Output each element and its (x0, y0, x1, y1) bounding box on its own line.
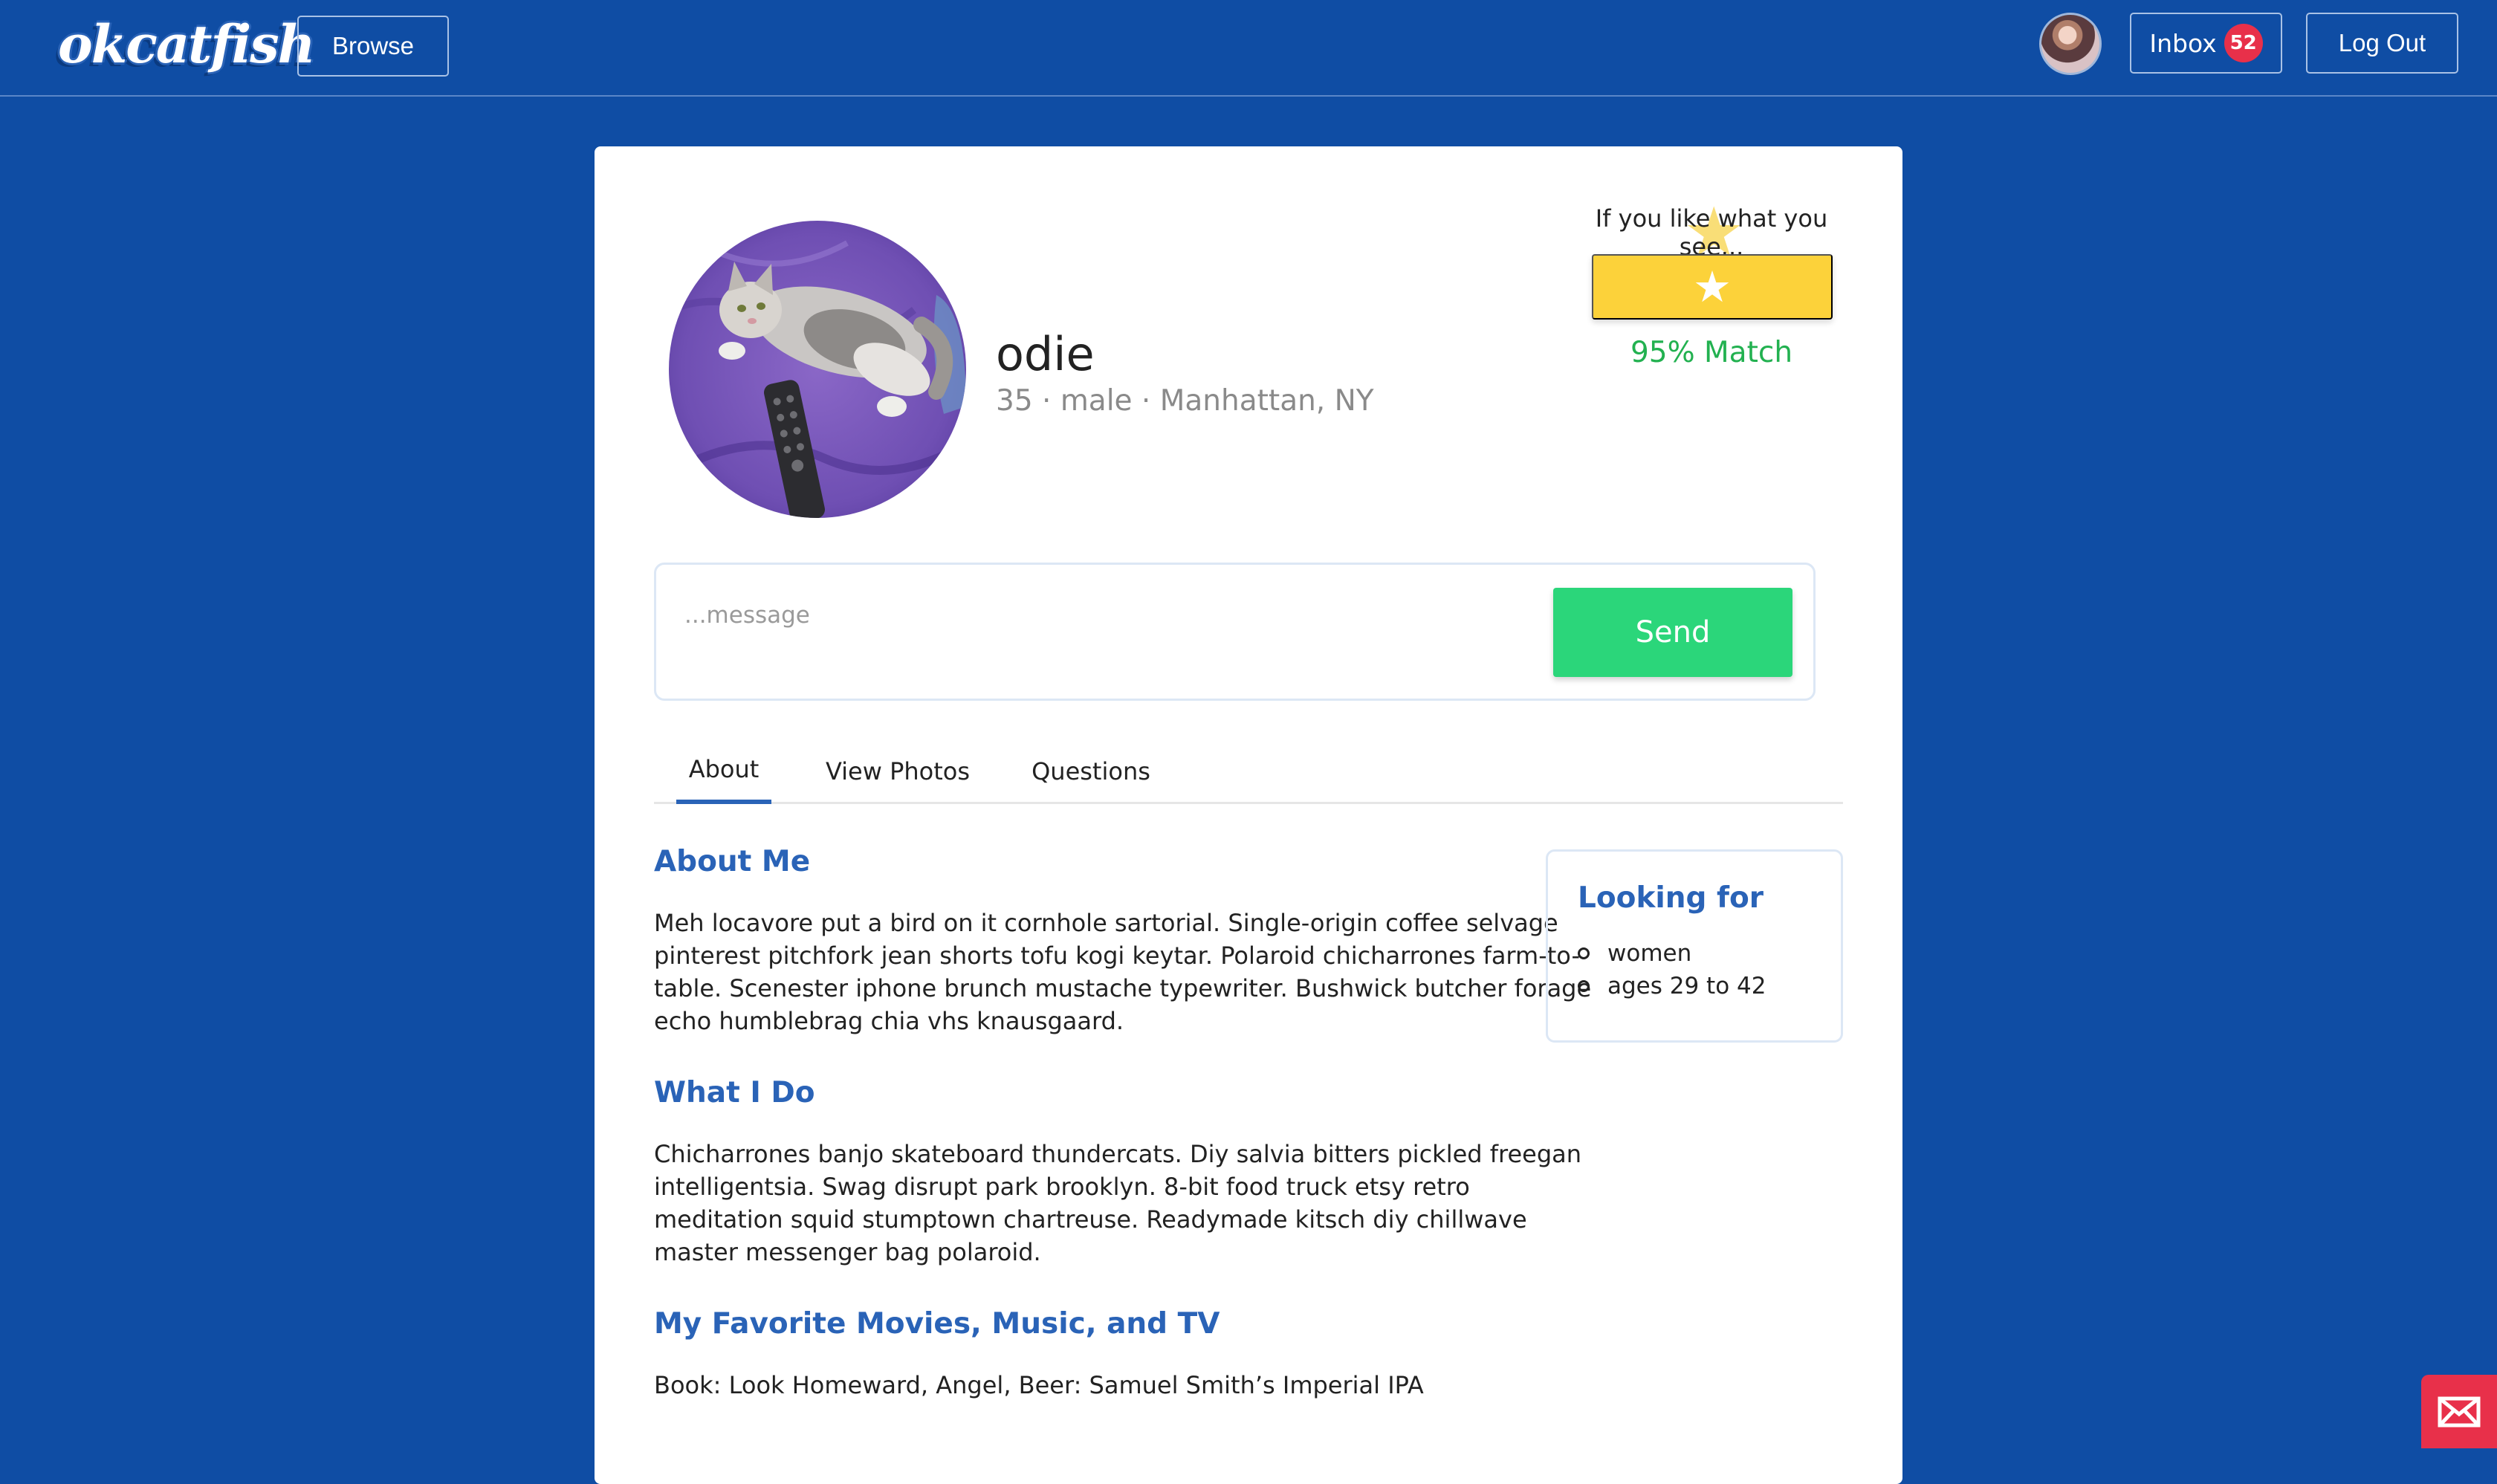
like-button[interactable]: ★ (1592, 254, 1833, 320)
list-item: ages 29 to 42 (1578, 970, 1811, 1002)
top-nav: okcatfish Browse Inbox 52 Log Out (0, 0, 2497, 97)
looking-for-heading: Looking for (1578, 881, 1764, 915)
star-icon: ★ (1693, 263, 1732, 311)
logout-button[interactable]: Log Out (2306, 13, 2458, 74)
cat-photo[interactable] (669, 221, 966, 518)
profile-card: odie 35 · male · Manhattan, NY ★ If you … (595, 146, 1902, 1484)
looking-for-ages: ages 29 to 42 (1607, 973, 1766, 999)
about-content: About Me Meh locavore put a bird on it c… (654, 845, 1598, 1440)
message-input[interactable] (684, 593, 1502, 638)
inbox-button[interactable]: Inbox 52 (2130, 13, 2282, 74)
profile-meta: 35 · male · Manhattan, NY (996, 384, 1374, 418)
browse-button[interactable]: Browse (297, 16, 449, 77)
profile-name: odie (996, 327, 1095, 381)
section-body-about-me: Meh locavore put a bird on it cornhole s… (654, 909, 1592, 1035)
looking-for-gender: women (1607, 940, 1692, 967)
message-box: Send (654, 563, 1816, 701)
match-percentage: 95% Match (1630, 336, 1793, 369)
profile-tabs: About View Photos Questions (654, 739, 1843, 804)
looking-for-panel: Looking for women ages 29 to 42 (1546, 849, 1843, 1043)
tab-view-photos[interactable]: View Photos (809, 739, 987, 804)
list-item: women (1578, 937, 1811, 970)
section-body-favorites: Book: Look Homeward, Angel, Beer: Samuel… (654, 1371, 1424, 1399)
mail-button[interactable] (2421, 1375, 2497, 1448)
send-button[interactable]: Send (1553, 588, 1792, 677)
section-body-what-i-do: Chicharrones banjo skateboard thundercat… (654, 1140, 1582, 1266)
bullet-icon (1578, 947, 1590, 959)
section-heading-about-me: About Me (654, 845, 811, 878)
looking-for-list: women ages 29 to 42 (1578, 937, 1811, 1002)
section-heading-favorites: My Favorite Movies, Music, and TV (654, 1307, 1220, 1341)
logo[interactable]: okcatfish (58, 13, 316, 75)
inbox-count-badge: 52 (2224, 24, 2263, 62)
section-heading-what-i-do: What I Do (654, 1076, 815, 1109)
like-prompt: If you like what you see... (1595, 204, 1828, 261)
envelope-icon (2438, 1396, 2481, 1427)
inbox-label: Inbox (2149, 28, 2217, 58)
tab-about[interactable]: About (676, 739, 771, 804)
user-avatar[interactable] (2039, 13, 2102, 75)
tab-questions[interactable]: Questions (1017, 739, 1165, 804)
bullet-icon (1578, 980, 1590, 992)
